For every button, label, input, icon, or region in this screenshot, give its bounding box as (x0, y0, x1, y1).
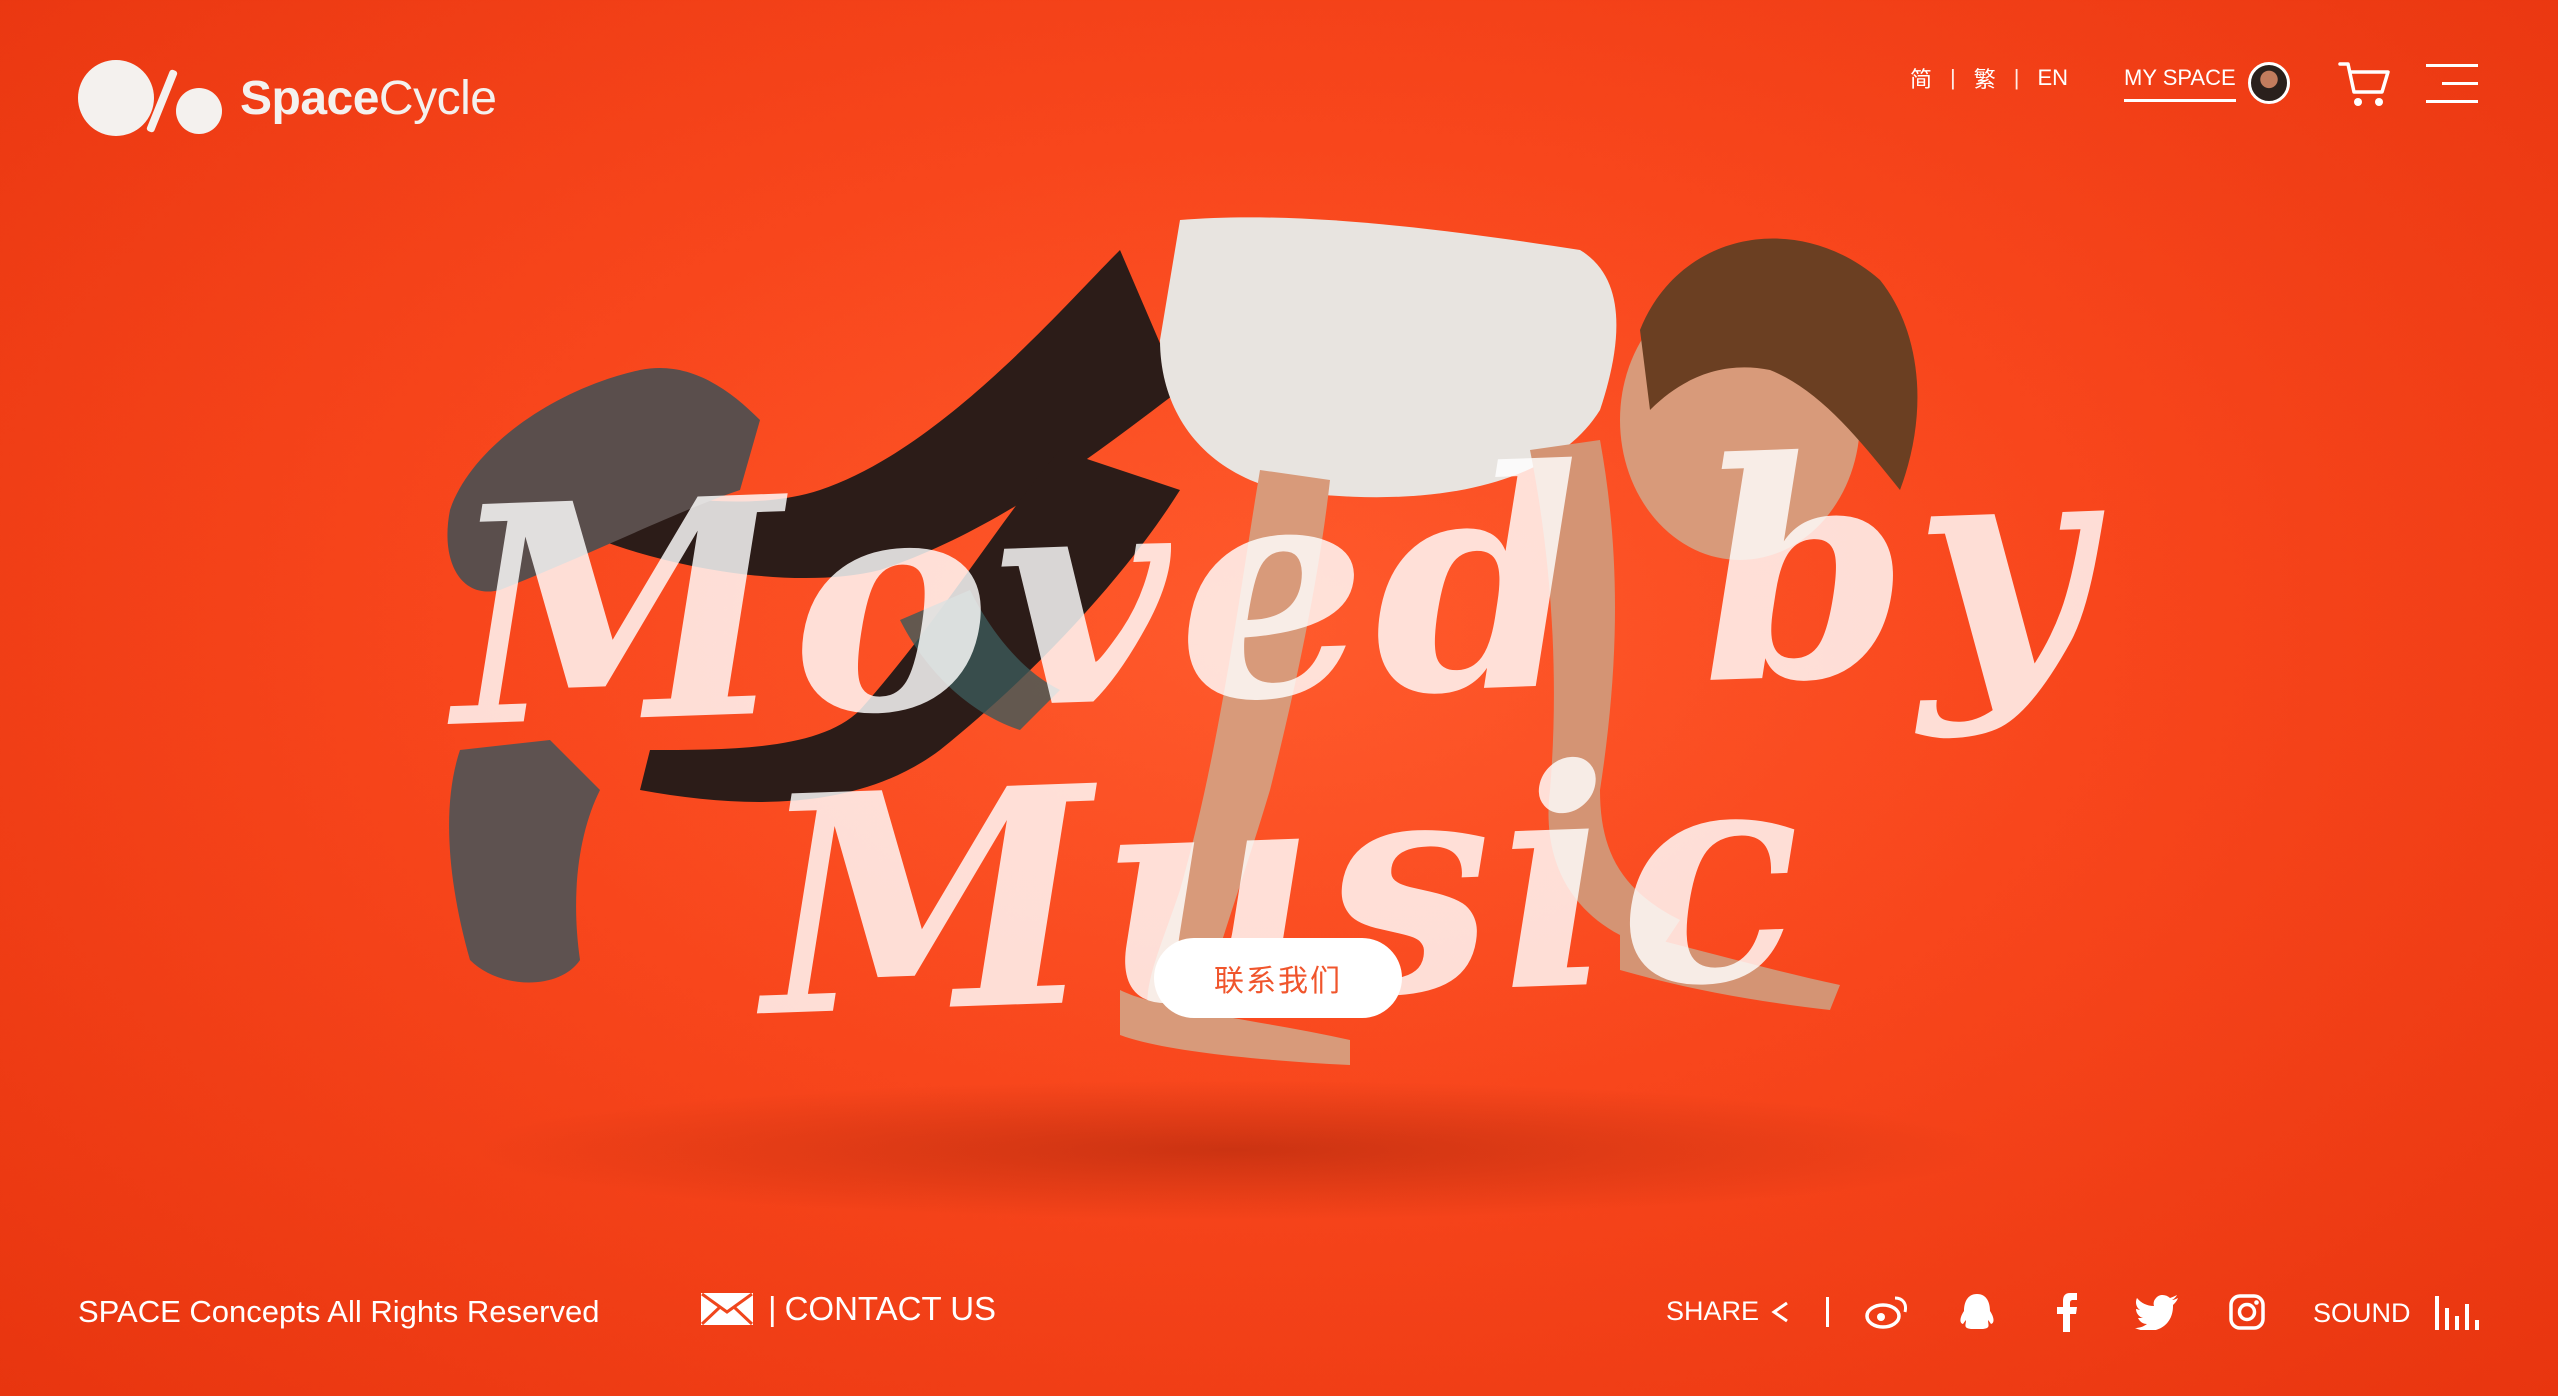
share-label: SHARE (1666, 1296, 1760, 1326)
sound-toggle[interactable]: SOUND (2313, 1296, 2485, 1330)
share-divider (1826, 1297, 1829, 1327)
logo-wordmark: SpaceCycle (240, 71, 497, 125)
lang-separator: | (2013, 65, 2020, 90)
brand-logo[interactable]: SpaceCycle (78, 58, 497, 138)
lang-traditional[interactable]: 繁 (1970, 62, 2000, 94)
sound-label: SOUND (2313, 1297, 2411, 1328)
contact-link[interactable]: | CONTACT US (700, 1290, 996, 1328)
cart-icon[interactable] (2338, 58, 2392, 110)
contact-us-label[interactable]: CONTACT US (785, 1290, 996, 1328)
copyright-text: SPACE Concepts All Rights Reserved (78, 1294, 600, 1329)
page: SpaceCycle 简 | 繁 | EN MY SPACE Moved by … (0, 0, 2558, 1396)
lang-simplified[interactable]: 简 (1906, 62, 1936, 94)
facebook-icon[interactable] (2045, 1290, 2089, 1334)
language-switcher: 简 | 繁 | EN (1906, 62, 2072, 94)
share-control[interactable]: SHARE (1666, 1296, 1789, 1327)
mail-icon (700, 1292, 754, 1326)
logo-mark-icon (78, 58, 222, 138)
avatar[interactable] (2247, 62, 2290, 104)
social-links (1826, 1290, 2315, 1334)
share-icon (1771, 1301, 1788, 1322)
qq-icon[interactable] (1955, 1290, 1999, 1334)
sound-bars-icon (2434, 1296, 2485, 1330)
my-space-link[interactable]: MY SPACE (2124, 62, 2290, 104)
contact-separator: | (768, 1290, 777, 1327)
hamburger-menu-icon[interactable] (2426, 64, 2478, 104)
weibo-icon[interactable] (1865, 1290, 1909, 1334)
twitter-icon[interactable] (2135, 1290, 2179, 1334)
instagram-icon[interactable] (2225, 1290, 2269, 1334)
lang-separator: | (1950, 65, 1956, 90)
lang-english[interactable]: EN (2033, 65, 2072, 91)
my-space-label[interactable]: MY SPACE (2124, 65, 2236, 102)
footer: SPACE Concepts All Rights Reserved | CON… (0, 1290, 2558, 1334)
contact-us-button[interactable]: 联系我们 (1154, 938, 1402, 1018)
